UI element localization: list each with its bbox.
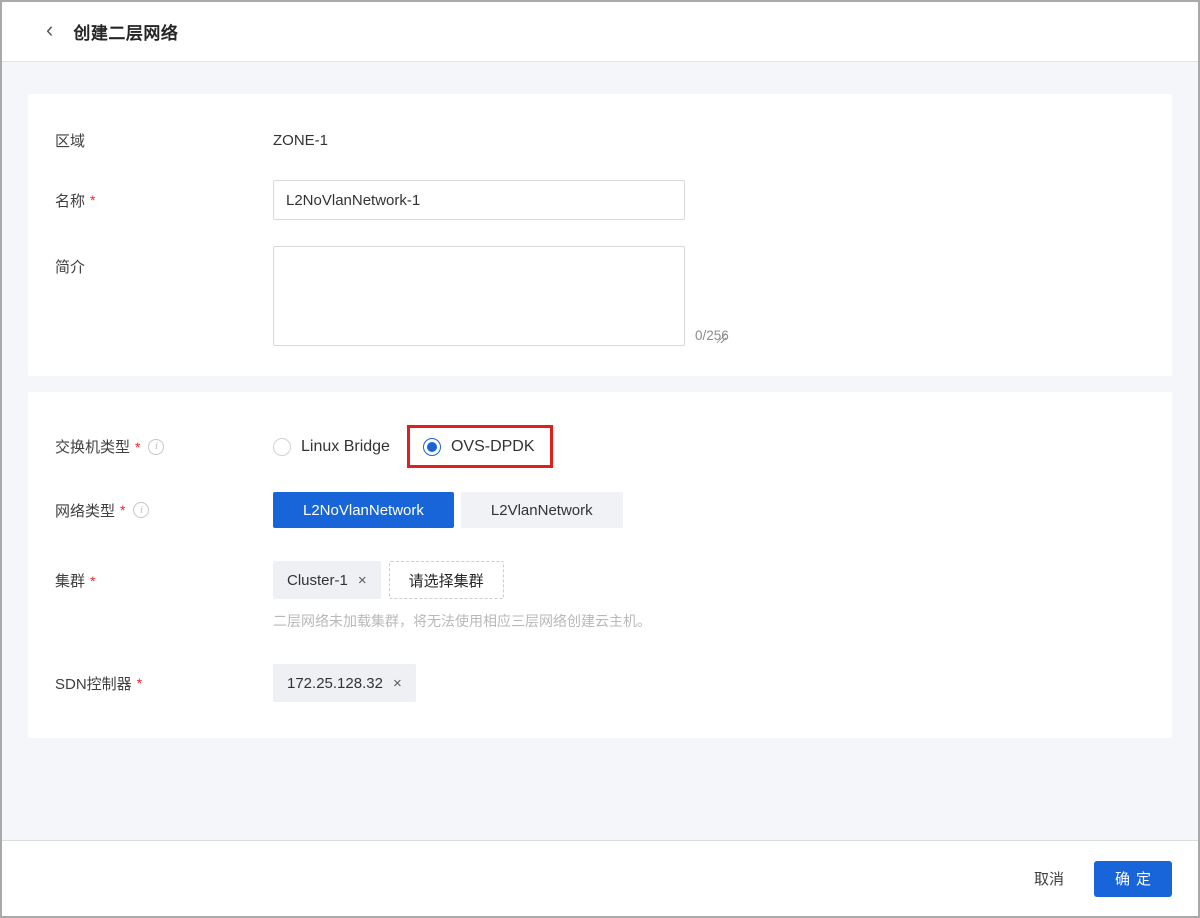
radio-label: OVS-DPDK <box>451 438 535 456</box>
info-icon[interactable]: i <box>148 439 164 455</box>
basic-info-card: 区域 ZONE-1 名称 * 简介 0/256 <box>28 94 1172 376</box>
page-title: 创建二层网络 <box>73 19 178 44</box>
sdn-controller-tag-label: 172.25.128.32 <box>287 675 383 692</box>
required-asterisk: * <box>135 439 140 455</box>
zone-value: ZONE-1 <box>273 132 328 149</box>
required-asterisk: * <box>120 502 125 518</box>
radio-selected-icon <box>423 438 441 456</box>
confirm-button[interactable]: 确定 <box>1094 861 1172 897</box>
network-type-label: 网络类型 * i <box>55 500 273 521</box>
switch-type-row: 交换机类型 * i Linux Bridge OVS-DPDK <box>55 425 1145 468</box>
network-type-segmented-control: L2NoVlanNetwork L2VlanNetwork <box>273 492 623 528</box>
name-input[interactable] <box>273 180 685 220</box>
sdn-controller-label: SDN控制器 * <box>55 673 273 694</box>
cluster-tag-label: Cluster-1 <box>287 572 348 589</box>
zone-label: 区域 <box>55 130 273 151</box>
page-header: ‹ 创建二层网络 <box>2 2 1198 62</box>
remove-cluster-icon[interactable]: × <box>358 573 367 588</box>
description-row: 简介 0/256 <box>55 246 1145 346</box>
network-type-l2vlan-button[interactable]: L2VlanNetwork <box>461 492 623 528</box>
radio-option-linux-bridge[interactable]: Linux Bridge <box>273 438 390 456</box>
sdn-controller-tag: 172.25.128.32 × <box>273 664 416 702</box>
switch-type-label: 交换机类型 * i <box>55 436 273 457</box>
description-label: 简介 <box>55 246 273 277</box>
network-type-row: 网络类型 * i L2NoVlanNetwork L2VlanNetwork <box>55 492 1145 528</box>
radio-circle-icon <box>273 438 291 456</box>
cluster-label: 集群 * <box>55 561 273 591</box>
name-label: 名称 * <box>55 190 273 211</box>
required-asterisk: * <box>137 675 142 691</box>
name-row: 名称 * <box>55 180 1145 220</box>
description-textarea[interactable] <box>273 246 685 346</box>
info-icon[interactable]: i <box>133 502 149 518</box>
sdn-controller-row: SDN控制器 * 172.25.128.32 × <box>55 664 1145 702</box>
resize-handle-icon[interactable] <box>716 333 726 343</box>
network-settings-card: 交换机类型 * i Linux Bridge OVS-DPDK <box>28 392 1172 738</box>
cancel-button[interactable]: 取消 <box>1034 868 1064 889</box>
cluster-hint-text: 二层网络未加载集群，将无法使用相应三层网络创建云主机。 <box>273 611 651 631</box>
description-field-wrap: 0/256 <box>273 246 729 346</box>
back-icon[interactable]: ‹ <box>42 19 57 41</box>
required-asterisk: * <box>90 573 95 589</box>
create-l2-network-page: ‹ 创建二层网络 区域 ZONE-1 名称 * 简介 <box>0 0 1200 918</box>
required-asterisk: * <box>90 192 95 208</box>
radio-option-ovs-dpdk[interactable]: OVS-DPDK <box>423 438 535 456</box>
radio-label: Linux Bridge <box>301 438 390 456</box>
network-type-l2novlan-button[interactable]: L2NoVlanNetwork <box>273 492 454 528</box>
cluster-field: Cluster-1 × 请选择集群 二层网络未加载集群，将无法使用相应三层网络创… <box>273 561 651 631</box>
cluster-tag: Cluster-1 × <box>273 561 381 599</box>
cluster-row: 集群 * Cluster-1 × 请选择集群 二层网络未加载集群，将无法使用相应… <box>55 561 1145 631</box>
cluster-tag-row: Cluster-1 × 请选择集群 <box>273 561 651 599</box>
select-cluster-button[interactable]: 请选择集群 <box>389 561 504 599</box>
ovs-dpdk-highlight-box: OVS-DPDK <box>407 425 553 468</box>
switch-type-radio-group: Linux Bridge OVS-DPDK <box>273 425 553 468</box>
form-content: 区域 ZONE-1 名称 * 简介 0/256 <box>2 62 1198 840</box>
zone-row: 区域 ZONE-1 <box>55 130 1145 150</box>
remove-sdn-controller-icon[interactable]: × <box>393 676 402 691</box>
page-footer: 取消 确定 <box>2 840 1198 916</box>
